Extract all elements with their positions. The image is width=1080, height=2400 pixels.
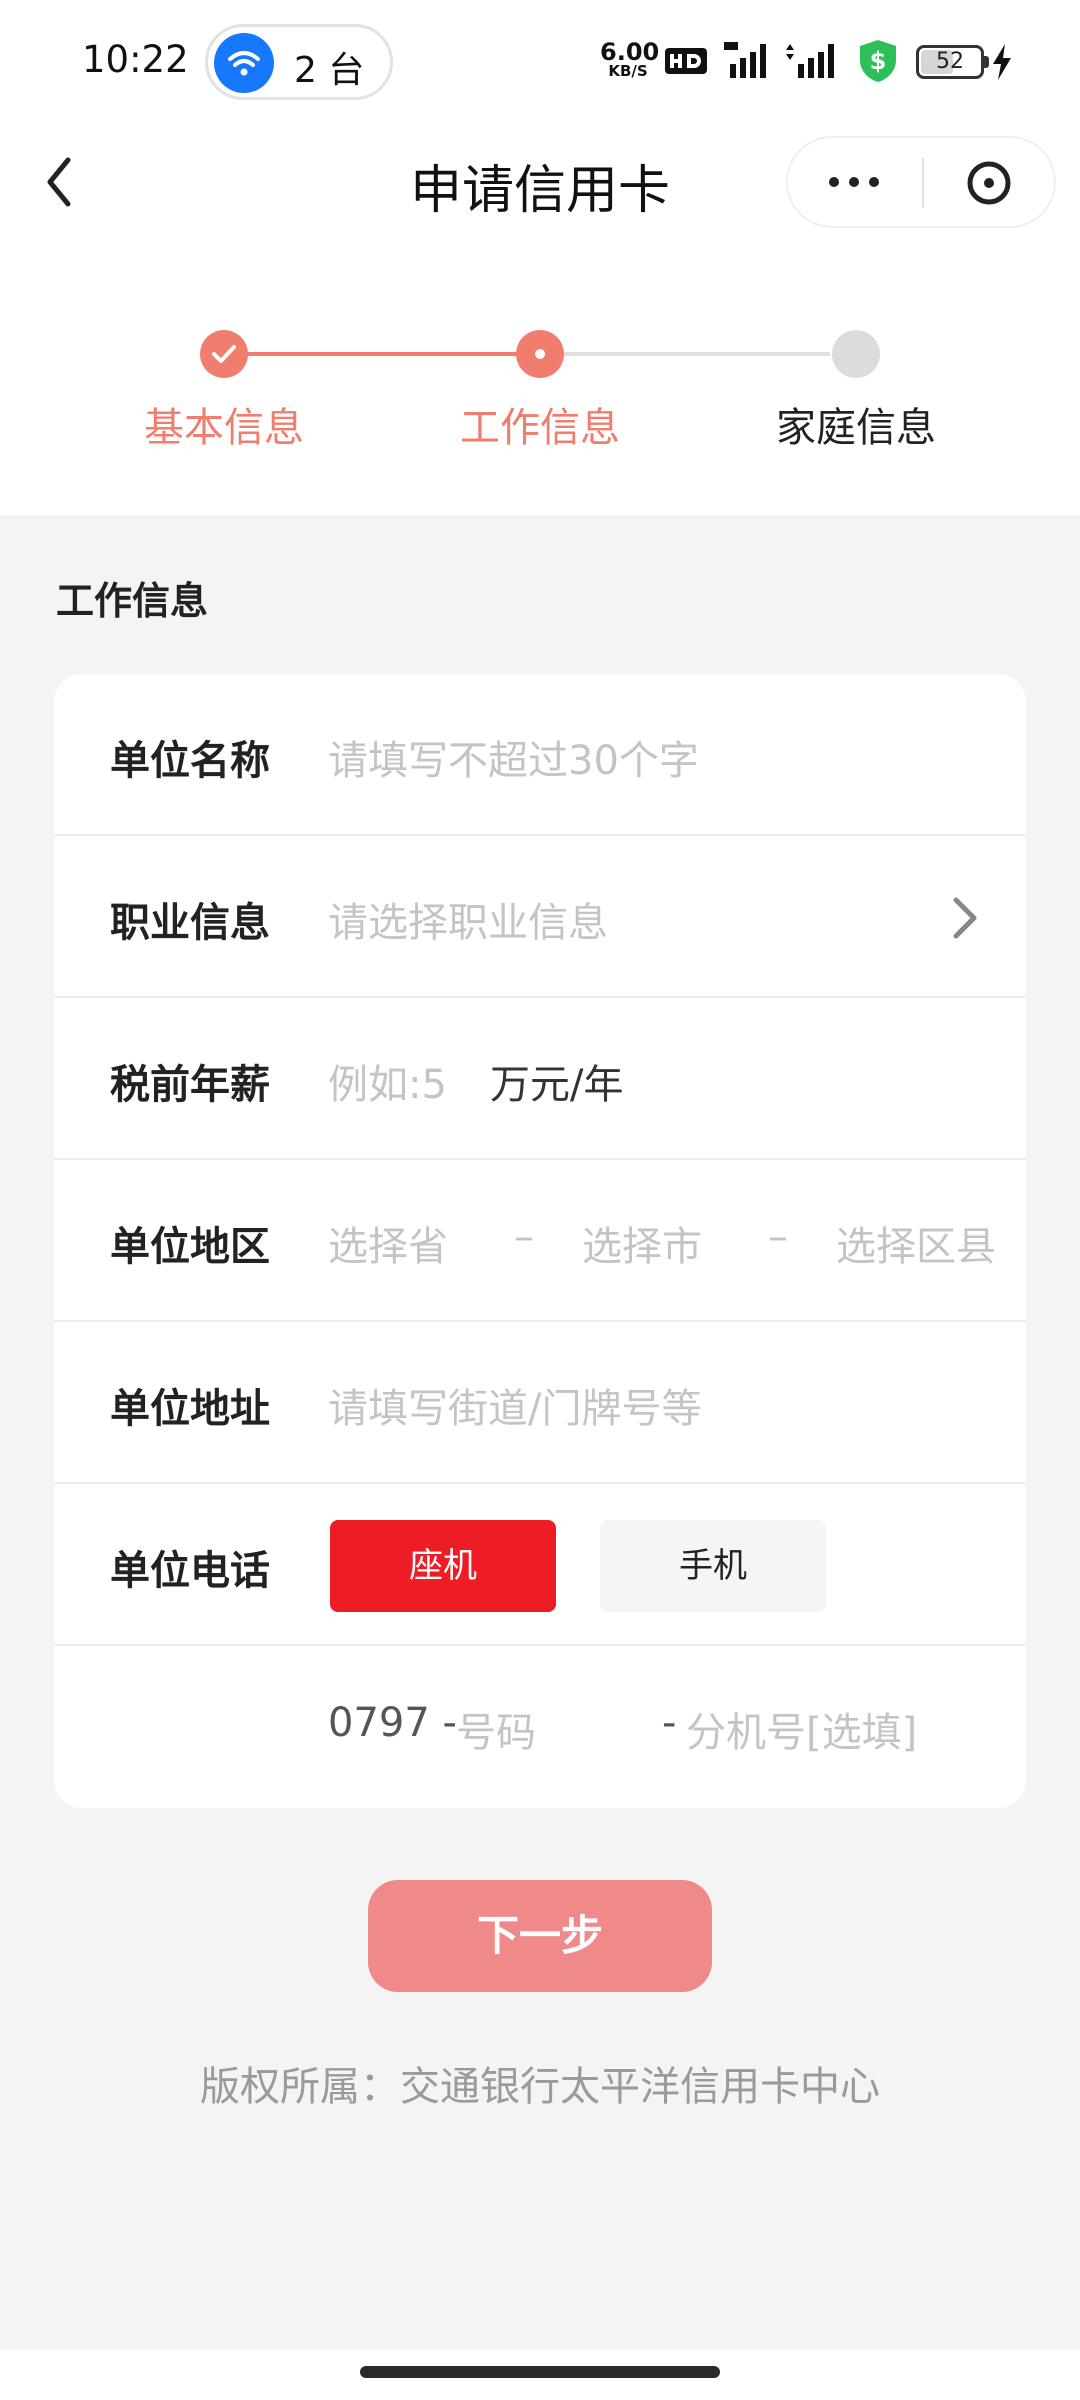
company-name-row[interactable]: 单位名称 请填写不超过30个字 [54,674,1026,836]
address-input[interactable]: 请填写街道/门牌号等 [328,1376,701,1434]
network-speed-unit: KB/S [608,62,648,80]
phone-number-input[interactable]: 号码 [456,1700,536,1758]
charging-icon [990,42,1014,86]
back-button[interactable] [36,150,96,214]
extension-prefix: - [662,1700,677,1746]
phone-number-row: 0797 - 号码 - 分机号[选填] [54,1646,1026,1808]
stepper-line-completed [246,352,518,356]
signal-5g-icon [722,40,776,84]
next-step-button[interactable]: 下一步 [368,1880,712,1992]
occupation-row[interactable]: 职业信息 请选择职业信息 [54,836,1026,998]
landline-option[interactable]: 座机 [330,1520,556,1612]
step-work-info-dot [516,330,564,378]
chevron-right-icon [953,897,977,939]
region-separator-2: – [768,1214,788,1260]
step-family-info-dot [832,330,880,378]
salary-unit: 万元/年 [490,1062,624,1108]
area-code: 0797 - [328,1700,457,1746]
step-family-info-label: 家庭信息 [776,405,936,451]
mini-program-capsule [786,136,1056,228]
copyright-text: 版权所属：交通银行太平洋信用卡中心 [200,2064,880,2110]
salary-input[interactable]: 例如:5 [328,1052,447,1110]
hd-voice-icon [664,46,708,80]
city-select[interactable]: 选择市 [582,1214,702,1272]
status-time: 10:22 [82,38,189,81]
salary-row: 税前年薪 例如:5 万元/年 [54,998,1026,1160]
close-button[interactable] [924,138,1056,226]
status-bar: 10:22 2 台 6.00 KB/S $ 52 [0,0,1080,124]
step-work-info-label: 工作信息 [460,405,620,451]
chevron-left-icon [47,157,71,207]
check-icon [212,345,236,363]
region-row: 单位地区 选择省 – 选择市 – 选择区县 [54,1160,1026,1322]
company-name-input[interactable]: 请填写不超过30个字 [328,728,699,786]
salary-label: 税前年薪 [110,1062,270,1108]
address-row[interactable]: 单位地址 请填写街道/门牌号等 [54,1322,1026,1484]
wifi-icon [214,33,274,93]
stepper-line-pending [562,352,830,356]
security-shield-icon: $ [856,38,900,88]
step-basic-info-dot [200,330,248,378]
province-select[interactable]: 选择省 [328,1214,448,1272]
more-button[interactable] [788,138,920,226]
section-title: 工作信息 [56,579,209,623]
wifi-device-count: 2 台 [294,50,365,91]
close-circle-icon [967,161,1011,205]
phone-type-row: 单位电话 座机 手机 [54,1484,1026,1646]
region-separator-1: – [514,1214,534,1260]
company-name-label: 单位名称 [110,738,270,784]
signal-5g-icon-secondary [782,40,844,84]
svg-text:$: $ [870,47,887,75]
network-speed: 6.00 KB/S [600,38,660,80]
mobile-option[interactable]: 手机 [600,1520,826,1612]
region-label: 单位地区 [110,1224,270,1270]
extension-input[interactable]: 分机号[选填] [686,1700,917,1758]
occupation-select[interactable]: 请选择职业信息 [328,890,608,948]
wifi-device-pill[interactable]: 2 台 [205,24,393,100]
page-title: 申请信用卡 [409,161,670,221]
step-basic-info-label: 基本信息 [144,405,304,451]
more-dots-icon [829,177,879,187]
home-indicator[interactable] [360,2366,720,2378]
phone-label: 单位电话 [110,1548,270,1594]
address-label: 单位地址 [110,1386,270,1432]
network-speed-value: 6.00 [600,38,660,66]
district-select[interactable]: 选择区县 [836,1214,996,1272]
work-info-form: 单位名称 请填写不超过30个字 职业信息 请选择职业信息 税前年薪 例如:5 万… [54,674,1026,1808]
battery-level: 52 [936,49,964,74]
battery-icon: 52 [916,45,989,79]
occupation-label: 职业信息 [110,900,270,946]
